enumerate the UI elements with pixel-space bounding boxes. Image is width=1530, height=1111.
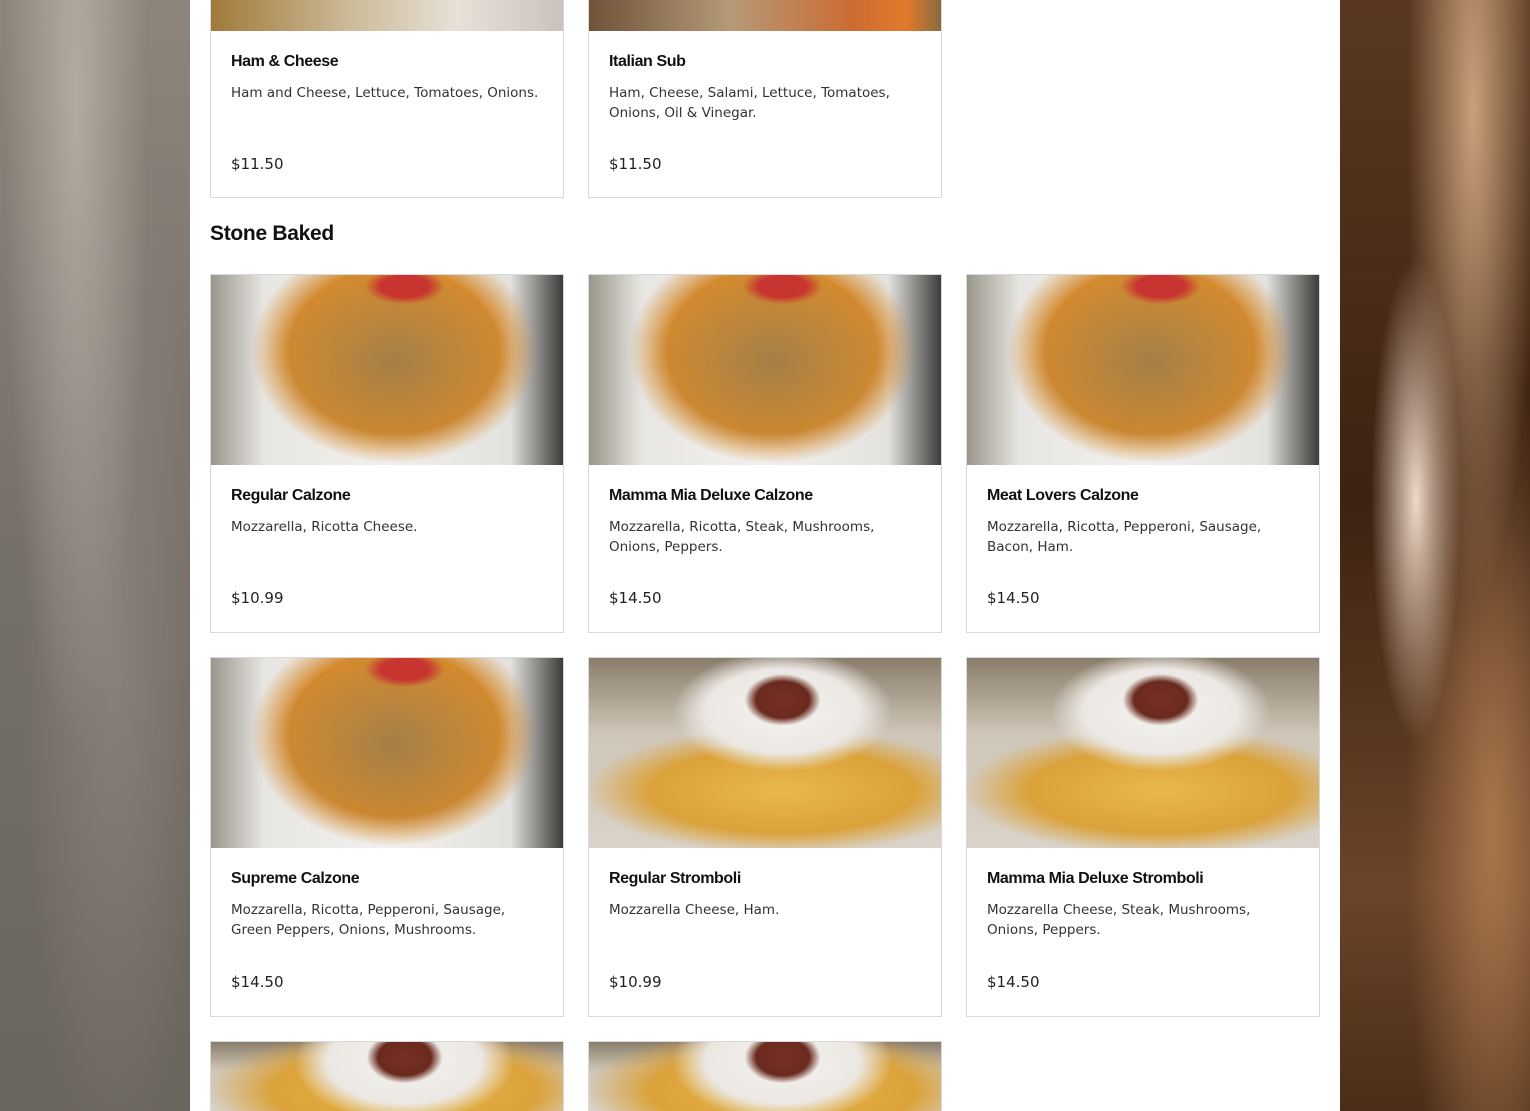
menu-item-price: $10.99 <box>231 589 284 607</box>
menu-item-name: Regular Stromboli <box>609 870 741 887</box>
menu-item-price: $14.50 <box>609 589 662 607</box>
menu-item-description: Mozzarella, Ricotta Cheese. <box>231 519 418 535</box>
menu-item-name: Italian Sub <box>609 53 686 70</box>
menu-item-description: Mozzarella Cheese, Ham. <box>609 902 780 918</box>
menu-item-name: Mamma Mia Deluxe Stromboli <box>987 870 1204 887</box>
menu-item-card[interactable]: Supreme Calzone Mozzarella, Ricotta, Pep… <box>210 657 564 1017</box>
menu-item-card[interactable]: Italian Sub Ham, Cheese, Salami, Lettuce… <box>588 0 942 198</box>
menu-item-image <box>589 275 941 465</box>
menu-item-image <box>589 658 941 848</box>
menu-item-name: Regular Calzone <box>231 487 351 504</box>
menu-item-description: Mozzarella Cheese, Steak, Mushrooms, Oni… <box>987 902 1251 938</box>
menu-item-card[interactable]: Regular Stromboli Mozzarella Cheese, Ham… <box>588 657 942 1017</box>
menu-container: Ham & Cheese Ham and Cheese, Lettuce, To… <box>190 0 1340 1111</box>
menu-item-price: $14.50 <box>987 973 1040 991</box>
menu-item-image <box>211 1042 563 1111</box>
section-title: Stone Baked <box>210 222 334 245</box>
menu-item-price: $14.50 <box>231 973 284 991</box>
menu-item-image <box>967 658 1319 848</box>
menu-item-name: Meat Lovers Calzone <box>987 487 1139 504</box>
menu-item-image <box>211 275 563 465</box>
menu-item-description: Mozzarella, Ricotta, Steak, Mushrooms, O… <box>609 519 875 555</box>
menu-item-card[interactable]: Ham & Cheese Ham and Cheese, Lettuce, To… <box>210 0 564 198</box>
menu-item-price: $11.50 <box>231 155 284 173</box>
menu-item-image <box>967 275 1319 465</box>
menu-item-name: Ham & Cheese <box>231 53 339 70</box>
menu-item-description: Mozzarella, Ricotta, Pepperoni, Sausage,… <box>231 902 506 938</box>
menu-item-name: Supreme Calzone <box>231 870 360 887</box>
menu-item-price: $10.99 <box>609 973 662 991</box>
menu-item-image <box>589 1042 941 1111</box>
background-image-right <box>1340 0 1530 1111</box>
menu-item-image <box>211 658 563 848</box>
menu-item-card[interactable]: Meat Lovers Calzone Mozzarella, Ricotta,… <box>966 274 1320 633</box>
menu-item-card[interactable]: Mamma Mia Deluxe Calzone Mozzarella, Ric… <box>588 274 942 633</box>
menu-item-price: $11.50 <box>609 155 662 173</box>
menu-item-description: Mozzarella, Ricotta, Pepperoni, Sausage,… <box>987 519 1262 555</box>
menu-item-card[interactable] <box>210 1041 564 1111</box>
menu-item-description: Ham, Cheese, Salami, Lettuce, Tomatoes, … <box>609 85 890 121</box>
menu-item-price: $14.50 <box>987 589 1040 607</box>
menu-item-image <box>589 0 941 31</box>
background-image-left <box>0 0 190 1111</box>
menu-item-name: Mamma Mia Deluxe Calzone <box>609 487 813 504</box>
menu-item-description: Ham and Cheese, Lettuce, Tomatoes, Onion… <box>231 85 539 101</box>
menu-item-card[interactable]: Regular Calzone Mozzarella, Ricotta Chee… <box>210 274 564 633</box>
menu-item-card[interactable] <box>588 1041 942 1111</box>
menu-item-card[interactable]: Mamma Mia Deluxe Stromboli Mozzarella Ch… <box>966 657 1320 1017</box>
menu-item-image <box>211 0 563 31</box>
